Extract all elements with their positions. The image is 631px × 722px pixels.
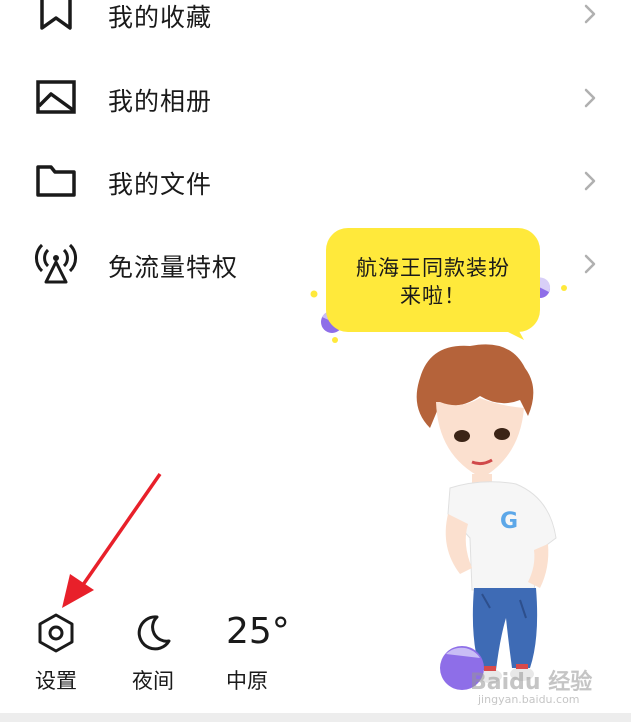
antenna-icon bbox=[35, 243, 77, 284]
folder-icon bbox=[36, 165, 76, 197]
chevron-right-icon bbox=[584, 88, 596, 108]
moon-icon bbox=[137, 615, 171, 651]
menu-item-label: 免流量特权 bbox=[108, 253, 239, 282]
arrow-annotation bbox=[62, 473, 162, 608]
watermark-brand: Baidu 经验 bbox=[470, 670, 593, 695]
temperature: 25° bbox=[226, 611, 290, 652]
cartoon-avatar: G bbox=[416, 344, 557, 690]
bubble-text: 航海王同款装扮 来啦！ bbox=[356, 256, 510, 308]
menu-item-label: 我的收藏 bbox=[108, 3, 213, 32]
chevron-right-icon bbox=[584, 4, 596, 24]
watermark-url: jingyan.baidu.com bbox=[478, 693, 580, 706]
speech-bubble: 航海王同款装扮 来啦！ bbox=[326, 228, 540, 332]
menu-item-files[interactable]: 我的文件 bbox=[0, 139, 631, 223]
menu-item-album[interactable]: 我的相册 bbox=[0, 56, 631, 140]
chevron-right-icon bbox=[584, 254, 596, 274]
city-label: 中原 bbox=[226, 669, 268, 693]
night-label: 夜间 bbox=[132, 669, 174, 693]
chevron-right-icon bbox=[584, 171, 596, 191]
menu-item-favorites[interactable]: 我的收藏 bbox=[0, 0, 631, 56]
menu-item-label: 我的文件 bbox=[108, 170, 213, 199]
bookmark-icon bbox=[40, 0, 72, 30]
image-icon bbox=[36, 80, 76, 114]
svg-text:G: G bbox=[500, 509, 518, 534]
settings-label: 设置 bbox=[35, 669, 77, 693]
settings-icon bbox=[38, 613, 74, 653]
bottom-edge bbox=[0, 713, 631, 722]
menu-item-label: 我的相册 bbox=[108, 87, 213, 116]
